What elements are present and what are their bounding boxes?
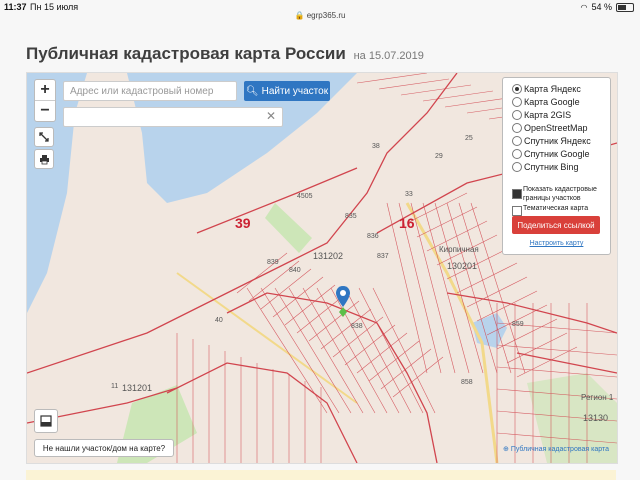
search-input[interactable]: Адрес или кадастровый номер участка — [63, 81, 237, 117]
map-label-region: Регион 1 — [581, 393, 614, 402]
date-prefix: на — [353, 50, 366, 62]
url-text: egrp365.ru — [306, 11, 346, 20]
layer-option[interactable]: Спутник Яндекс — [512, 136, 591, 146]
layer-option-label: Спутник Яндекс — [524, 136, 591, 146]
map-label-25: 25 — [465, 135, 473, 142]
layer-option[interactable]: Карта 2GIS — [512, 110, 571, 120]
print-icon[interactable] — [34, 149, 54, 169]
thematic-checkbox[interactable] — [512, 206, 522, 216]
search-icon: 🔍︎ — [245, 85, 259, 97]
layer-option-label: OpenStreetMap — [524, 123, 588, 133]
map-label-840: 840 — [289, 267, 301, 274]
map-label-40: 40 — [215, 317, 223, 324]
map-label-837: 837 — [377, 253, 389, 260]
battery-icon — [616, 2, 634, 12]
map-label-quarter-br: 13130 — [583, 413, 609, 423]
page-header: Публичная кадастровая карта России на 15… — [26, 44, 424, 64]
bottom-banner — [26, 470, 616, 480]
location-pin-icon[interactable] — [335, 285, 351, 324]
zoom-in-button[interactable]: + — [35, 80, 55, 101]
address-bar[interactable]: 🔒 egrp365.ru — [0, 11, 640, 20]
status-bar: 11:37 Пн 15 июля 🔒 egrp365.ru ◠ 54 % — [0, 0, 640, 20]
wifi-icon: ◠ — [580, 2, 588, 12]
street-label-kirpichnaya: Кирпичная — [439, 245, 479, 254]
layer-radio[interactable] — [512, 162, 522, 172]
layer-option-label: Карта Яндекс — [524, 84, 581, 94]
cadastral-map[interactable]: + − Адрес или кадастровый номер участка … — [26, 72, 618, 464]
attribution-text: Публичная кадастровая карта — [510, 446, 609, 453]
layer-option-label: Спутник Bing — [524, 162, 579, 172]
map-label-33: 33 — [405, 191, 413, 198]
map-label-835: 835 — [345, 213, 357, 220]
map-label-11: 11 — [111, 383, 119, 390]
layer-option-label: Спутник Google — [524, 149, 590, 159]
map-label-4505: 4505 — [297, 193, 313, 200]
secondary-search-field[interactable]: ✕ — [63, 107, 283, 127]
layer-radio[interactable] — [512, 123, 522, 133]
layer-option[interactable]: Карта Яндекс — [512, 84, 581, 94]
sidebar-toggle-icon[interactable] — [34, 409, 58, 433]
not-found-button[interactable]: Не нашли участок/дом на карте? — [34, 439, 174, 457]
zoom-control: + − — [34, 79, 56, 122]
share-link-button[interactable]: Поделиться ссылкой — [512, 216, 600, 234]
map-label-quarter-left: 131201 — [122, 383, 153, 393]
fullscreen-icon[interactable] — [34, 127, 54, 147]
layer-option-label: Карта Google — [524, 97, 580, 107]
layer-radio[interactable] — [512, 97, 522, 107]
setup-map-link[interactable]: Настроить карту — [503, 240, 610, 247]
map-label-859: 859 — [512, 321, 524, 328]
map-label-16: 16 — [399, 215, 415, 231]
map-label-29: 29 — [435, 153, 443, 160]
map-label-838: 838 — [351, 323, 363, 330]
clear-icon[interactable]: ✕ — [266, 109, 276, 123]
map-label-836: 836 — [367, 233, 379, 240]
page-date: на 15.07.2019 — [354, 50, 424, 62]
show-boundaries-checkbox[interactable] — [512, 189, 522, 199]
thematic-label: Тематическая карта — [523, 205, 589, 212]
map-label-38: 38 — [372, 143, 380, 150]
map-label-39: 39 — [235, 215, 251, 231]
map-label-839: 839 — [267, 259, 279, 266]
page-title: Публичная кадастровая карта России — [26, 44, 346, 63]
find-parcel-button[interactable]: 🔍︎ Найти участок — [244, 81, 330, 101]
date-value: 15.07.2019 — [368, 50, 424, 62]
find-parcel-label: Найти участок — [261, 85, 329, 97]
show-boundaries-label: Показать кадастровые границы участков — [523, 186, 597, 202]
layer-option[interactable]: Спутник Bing — [512, 162, 578, 172]
zoom-out-button[interactable]: − — [35, 101, 55, 121]
layer-option[interactable]: Спутник Google — [512, 149, 589, 159]
layer-option-label: Карта 2GIS — [524, 110, 572, 120]
battery-percent: 54 % — [591, 2, 612, 12]
layer-option[interactable]: Карта Google — [512, 97, 580, 107]
layer-option[interactable]: OpenStreetMap — [512, 123, 588, 133]
map-attribution[interactable]: ⊕ Публичная кадастровая карта — [503, 445, 609, 453]
layer-radio[interactable] — [512, 110, 522, 120]
map-label-quarter-right: 130201 — [447, 261, 478, 271]
map-label-quarter: 131202 — [313, 251, 344, 261]
layer-radio[interactable] — [512, 84, 522, 94]
status-right: ◠ 54 % — [580, 2, 634, 12]
layers-panel: Показать кадастровые границы участков Те… — [502, 77, 611, 255]
map-label-858: 858 — [461, 379, 473, 386]
layer-radio[interactable] — [512, 149, 522, 159]
layer-radio[interactable] — [512, 136, 522, 146]
